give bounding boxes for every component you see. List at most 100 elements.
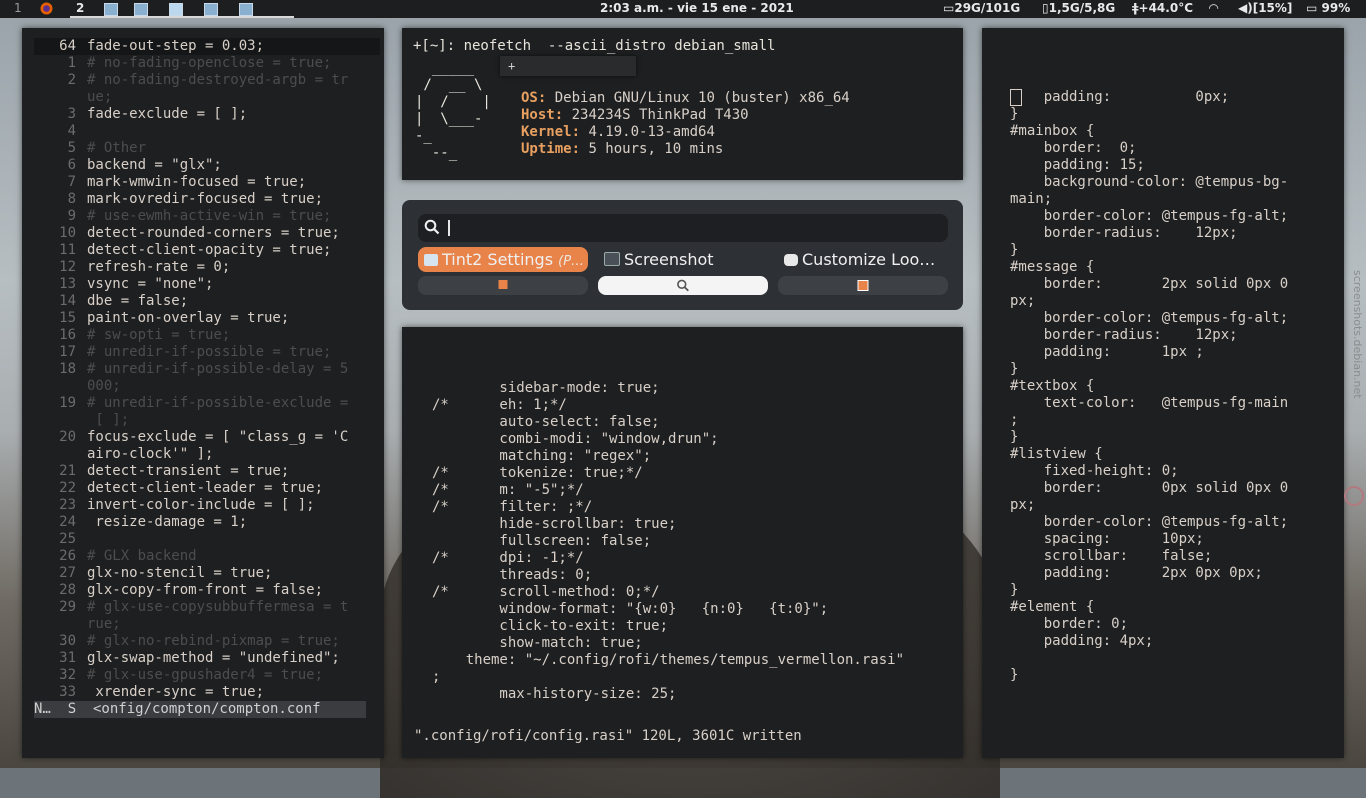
line-number: 10 — [59, 225, 76, 241]
line-number: 9 — [67, 208, 76, 224]
code-line: /* dpi: -1;*/ — [432, 550, 584, 566]
search-input[interactable] — [418, 214, 948, 242]
debian-ascii-logo: _____ / __ \ | / | | \___- -_ --_ — [415, 60, 491, 162]
terminal-compton-conf[interactable]: 64 fade-out-step = 0.03; 1 # no-fading-open… — [22, 28, 384, 758]
window-icon[interactable] — [104, 3, 118, 16]
code-line: 22 detect-client-leader = true; — [34, 480, 380, 497]
run-icon — [498, 280, 508, 289]
code-line: 4 — [34, 123, 380, 140]
line-text: # glx-no-rebind-pixmap = true; — [87, 633, 340, 649]
mode-button-search[interactable] — [598, 276, 768, 295]
battery-icon: ▭ — [1306, 1, 1318, 15]
search-icon — [677, 279, 689, 292]
code-line: 8 mark-ovredir-focused = true; — [34, 191, 380, 208]
line-text: dbe = false; — [87, 293, 189, 309]
line-number: 7 — [67, 174, 76, 190]
code-editor[interactable]: padding: 0px;} #mainbox { border: 0; padd… — [1010, 89, 1288, 684]
line-text: detect-client-leader = true; — [87, 480, 324, 496]
code-line: ; — [432, 669, 441, 685]
code-line: 24 resize-damage = 1; — [34, 514, 380, 531]
code-line: 6 backend = "glx"; — [34, 157, 380, 174]
watermark: screenshots.debian.net — [1351, 270, 1364, 399]
code-line: 2 # no-fading-destroyed-argb = tr — [34, 72, 380, 89]
logo-line: / __ \ — [415, 77, 483, 93]
code-line: } — [1010, 667, 1019, 683]
rofi-launcher[interactable]: Tint2 Settings (P… Screenshot Customize … — [402, 200, 963, 310]
code-line: 25 — [34, 531, 380, 548]
code-line: /* eh: 1;*/ — [432, 397, 567, 413]
code-line: 28 glx-copy-from-front = false; — [34, 582, 380, 599]
window-mode-icon — [857, 280, 869, 291]
wifi-icon[interactable]: ◠ — [1209, 0, 1218, 17]
firefox-icon[interactable] — [40, 0, 54, 18]
code-line: 17 # unredir-if-possible = true; — [34, 344, 380, 361]
line-number: 30 — [59, 633, 76, 649]
info-value: 4.19.0-13-amd64 — [580, 124, 715, 140]
code-line: border-color: @tempus-fg-alt; — [1010, 208, 1289, 224]
code-line: } — [1010, 106, 1019, 122]
window-icon[interactable] — [134, 3, 148, 16]
code-line: border: 0px solid 0px 0 — [1010, 480, 1289, 496]
vim-statusline: N… S <onfig/compton/compton.conf — [34, 701, 366, 718]
line-number: 31 — [59, 650, 76, 666]
line-number: 4 — [67, 123, 76, 139]
terminal-neofetch[interactable]: +[~]: neofetch --ascii_distro debian_sma… — [402, 28, 963, 180]
line-number: 6 — [67, 157, 76, 173]
memory-icon: ▯ — [1042, 1, 1049, 15]
code-line: show-match: true; — [432, 635, 643, 651]
line-text: rue; — [87, 616, 121, 632]
code-line: 18 # unredir-if-possible-delay = 5 — [34, 361, 380, 378]
mode-button-window[interactable] — [778, 276, 948, 295]
workspace-2[interactable]: 2 — [70, 0, 294, 18]
code-line: 20 focus-exclude = [ "class_g = 'C — [34, 429, 380, 446]
line-text: glx-copy-from-front = false; — [87, 582, 324, 598]
line-text: fade-exclude = [ ]; — [87, 106, 248, 122]
workspace-1[interactable]: 1 — [14, 0, 22, 18]
code-line: } — [1010, 429, 1019, 445]
terminal-rofi-config[interactable]: sidebar-mode: true;/* eh: 1;*/ auto-sele… — [402, 327, 963, 758]
tooltip: + — [500, 56, 636, 76]
code-line: padding: 15; — [1010, 157, 1145, 173]
code-editor[interactable]: 64 fade-out-step = 0.03; 1 # no-fading-open… — [34, 38, 380, 701]
info-row: Uptime: 5 hours, 10 mins — [521, 141, 850, 158]
volume-status[interactable]: ◀)[15%] — [1238, 0, 1292, 17]
code-line: main; — [1010, 191, 1053, 207]
code-line: 19 # unredir-if-possible-exclude = — [34, 395, 380, 412]
line-text: # unredir-if-possible-delay = 5 — [87, 361, 349, 377]
code-line: border-color: @tempus-fg-alt; — [1010, 310, 1289, 326]
line-text: paint-on-overlay = true; — [87, 310, 290, 326]
line-number: 64 — [59, 38, 76, 54]
clock[interactable]: 2:03 a.m. - vie 15 ene - 2021 — [600, 0, 794, 17]
code-line: ; — [1010, 412, 1019, 428]
line-text: backend = "glx"; — [87, 157, 222, 173]
screenshot-icon — [604, 252, 620, 266]
info-key: Host: — [521, 107, 564, 123]
info-key: Uptime: — [521, 141, 581, 157]
code-line: 64 fade-out-step = 0.03; — [34, 38, 380, 55]
code-line: auto-select: false; — [432, 414, 660, 430]
line-number: 5 — [67, 140, 76, 156]
code-line: /* m: "-5";*/ — [432, 482, 584, 498]
entry-screenshot[interactable]: Screenshot — [598, 247, 768, 272]
code-line: text-color: @tempus-fg-main — [1010, 395, 1289, 411]
terminal-rofi-theme[interactable]: padding: 0px;} #mainbox { border: 0; padd… — [982, 28, 1344, 758]
window-icon[interactable] — [239, 3, 253, 16]
code-line: window-format: "{w:0} {n:0} {t:0}"; — [432, 601, 829, 617]
system-info: OS: Debian GNU/Linux 10 (buster) x86_64 H… — [521, 90, 850, 158]
code-line: sidebar-mode: true; — [432, 380, 660, 396]
code-line: border-radius: 12px; — [1010, 327, 1238, 343]
window-icon[interactable] — [204, 3, 218, 16]
window-icon-active[interactable] — [169, 3, 183, 16]
code-line: 32 # glx-use-gpushader4 = true; — [34, 667, 380, 684]
code-line: max-history-size: 25; — [432, 686, 677, 702]
code-line: fullscreen: false; — [432, 533, 652, 549]
entry-customize-look[interactable]: Customize Loo… — [778, 247, 948, 272]
line-number: 21 — [59, 463, 76, 479]
code-editor[interactable]: sidebar-mode: true;/* eh: 1;*/ auto-sele… — [432, 346, 904, 703]
code-line: 21 detect-transient = true; — [34, 463, 380, 480]
mode-button-drun[interactable] — [418, 276, 588, 295]
entry-tint2-settings[interactable]: Tint2 Settings (P… — [418, 247, 588, 272]
logo-line: | \___- — [415, 111, 483, 127]
